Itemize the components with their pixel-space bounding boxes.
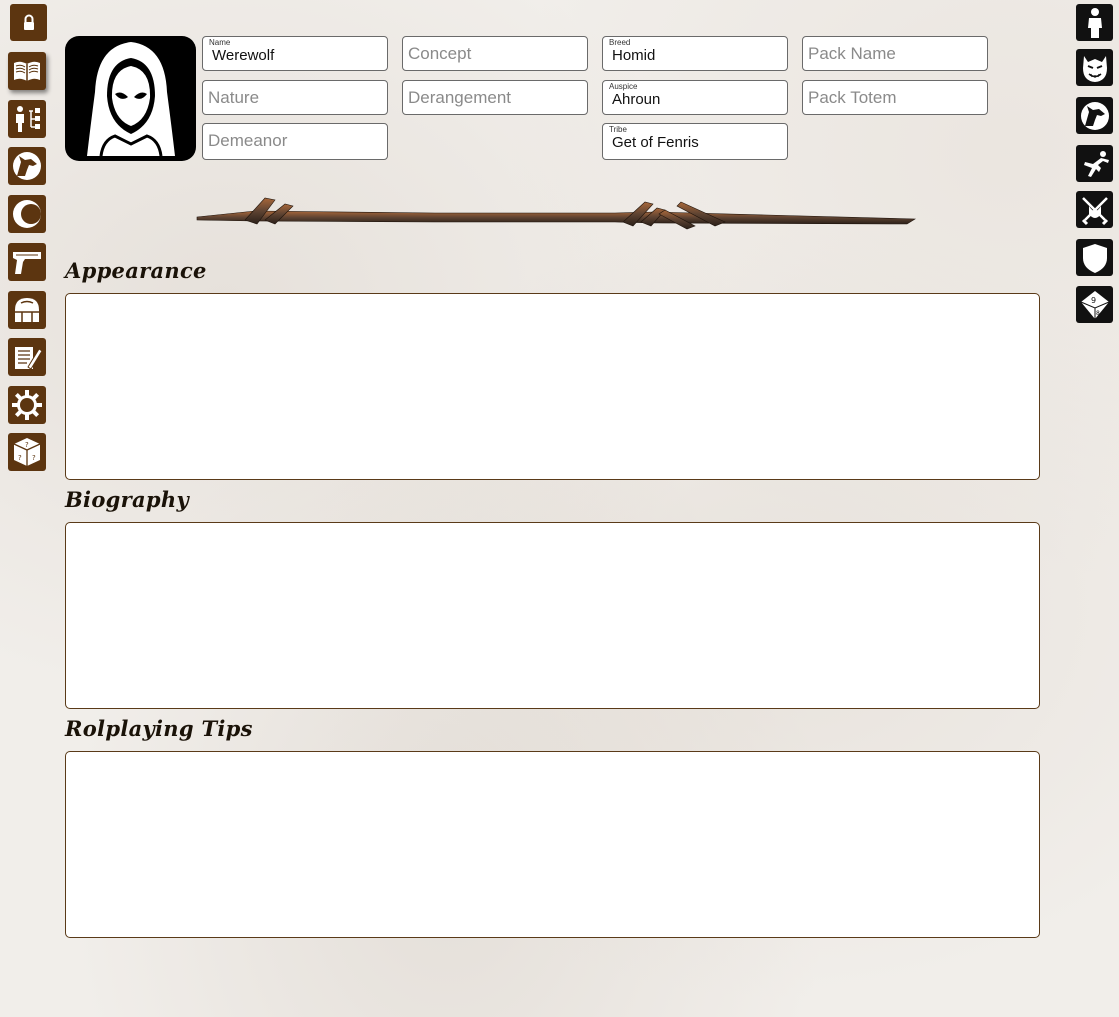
derangement-input[interactable] — [408, 86, 578, 110]
backpack-icon — [15, 298, 39, 322]
concept-input[interactable] — [408, 42, 578, 66]
pack-name-field[interactable] — [802, 36, 988, 71]
nav-weapons[interactable] — [8, 243, 46, 281]
demeanor-field[interactable] — [202, 123, 388, 160]
derangement-field[interactable] — [402, 80, 588, 115]
name-value: Werewolf — [212, 47, 275, 64]
book-icon — [14, 61, 40, 81]
demeanor-input[interactable] — [208, 129, 378, 153]
nav-equipment[interactable] — [8, 291, 46, 329]
nav-book[interactable] — [8, 52, 46, 90]
biography-textarea[interactable] — [65, 522, 1040, 709]
svg-text:?: ? — [32, 454, 36, 462]
pack-name-input[interactable] — [808, 42, 978, 66]
breed-value: Homid — [612, 47, 656, 64]
nav-character-tree[interactable] — [8, 100, 46, 138]
shield-icon — [1082, 243, 1107, 273]
wolf-head-icon — [1080, 101, 1109, 130]
character-avatar[interactable] — [65, 36, 196, 161]
form-action[interactable] — [1076, 145, 1113, 182]
claw-divider — [196, 197, 917, 230]
appearance-textarea[interactable] — [65, 293, 1040, 480]
form-lupus[interactable] — [1076, 97, 1113, 134]
hooded-figure-icon — [86, 41, 175, 156]
human-silhouette-icon — [1087, 7, 1102, 38]
breed-label: Breed — [609, 38, 631, 47]
pistol-icon — [13, 252, 41, 274]
leaping-figure-icon — [1083, 150, 1109, 177]
svg-text:?: ? — [25, 441, 29, 449]
d10-die-icon: 9 8 — [1080, 290, 1109, 319]
form-combat[interactable] — [1076, 191, 1113, 228]
nav-werewolf[interactable] — [8, 147, 46, 185]
character-tree-icon — [16, 106, 40, 132]
moon-icon — [13, 200, 41, 228]
appearance-title: Appearance — [65, 258, 207, 283]
wolf-head-icon — [13, 152, 41, 180]
glabro-face-icon — [1082, 55, 1107, 82]
form-homid[interactable] — [1076, 4, 1113, 41]
nature-input[interactable] — [208, 86, 378, 110]
pack-totem-input[interactable] — [808, 86, 978, 110]
nature-field[interactable] — [202, 80, 388, 115]
crossed-swords-icon — [1081, 196, 1108, 225]
gear-icon — [12, 390, 42, 420]
nav-moon[interactable] — [8, 195, 46, 233]
lock-icon — [23, 14, 34, 30]
form-defense[interactable] — [1076, 239, 1113, 276]
nav-notes[interactable] — [8, 338, 46, 376]
auspice-value: Ahroun — [612, 91, 661, 108]
nav-dice[interactable]: ? ? ? — [8, 433, 46, 471]
roleplaying-tips-title: Rolplaying Tips — [65, 716, 253, 741]
form-glabro[interactable] — [1076, 49, 1113, 86]
nav-settings[interactable] — [8, 386, 46, 424]
pack-totem-field[interactable] — [802, 80, 988, 115]
name-field[interactable]: Name Werewolf — [202, 36, 388, 71]
breed-field[interactable]: Breed Homid — [602, 36, 788, 71]
svg-text:9: 9 — [1091, 296, 1096, 305]
svg-text:8: 8 — [1096, 310, 1100, 317]
tribe-value: Get of Fenris — [612, 134, 699, 151]
tribe-label: Tribe — [609, 125, 627, 134]
tribe-field[interactable]: Tribe Get of Fenris — [602, 123, 788, 160]
dice-icon: ? ? ? — [13, 438, 41, 466]
auspice-label: Auspice — [609, 82, 638, 91]
notes-icon — [15, 347, 43, 370]
svg-text:?: ? — [18, 454, 22, 462]
auspice-field[interactable]: Auspice Ahroun — [602, 80, 788, 115]
lock-button[interactable] — [10, 4, 47, 41]
roleplaying-tips-textarea[interactable] — [65, 751, 1040, 938]
name-label: Name — [209, 38, 231, 47]
form-roll[interactable]: 9 8 — [1076, 286, 1113, 323]
concept-field[interactable] — [402, 36, 588, 71]
biography-title: Biography — [65, 487, 189, 512]
